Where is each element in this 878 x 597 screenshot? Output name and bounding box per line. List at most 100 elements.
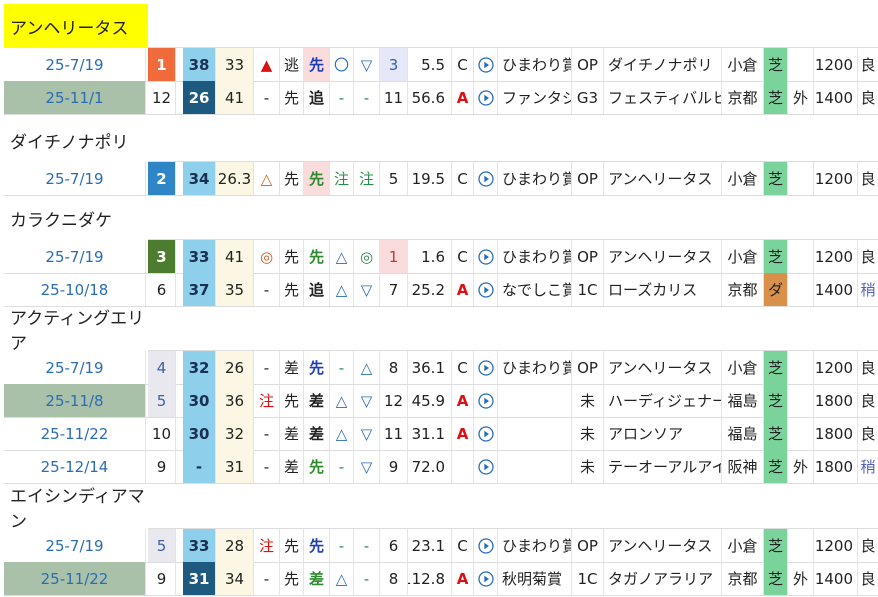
course-side: 外 (788, 562, 814, 595)
speed-index: 31 (183, 562, 216, 595)
race-grade: G3 (572, 81, 604, 114)
index-value: 41 (216, 81, 254, 114)
winner-name: アンヘリータス (604, 240, 722, 273)
corner-position: 差 (304, 562, 330, 595)
race-row[interactable]: 25-11/1122641-先追--1156.6AファンタジーG3フェスティバル… (4, 81, 878, 115)
finish-rank: 2 (148, 162, 176, 195)
speed-index: 32 (183, 351, 216, 384)
winner-name: ローズカリス (604, 273, 722, 306)
class-letter: C (452, 351, 474, 384)
winner-name: アンヘリータス (604, 162, 722, 195)
race-date-link[interactable]: 25-7/19 (4, 351, 146, 384)
speed-index: 34 (183, 162, 216, 195)
odds: 36.1 (408, 351, 452, 384)
corner-position: 先 (304, 162, 330, 195)
finish-rank: 4 (148, 351, 176, 384)
play-video-icon[interactable] (474, 240, 498, 273)
race-name: ひまわり賞 (498, 48, 572, 81)
winner-name: ダイチノナポリ (604, 48, 722, 81)
race-name (498, 450, 572, 483)
track-surface: 芝 (764, 450, 788, 483)
play-video-icon[interactable] (474, 48, 498, 81)
prediction-mark: - (254, 417, 280, 450)
play-video-icon[interactable] (474, 529, 498, 562)
corner-position: 差 (304, 417, 330, 450)
race-row[interactable]: 25-12/149-31-差先-▽972.0未テーオーアルアイン阪神芝外1800… (4, 450, 878, 484)
race-row[interactable]: 25-7/19 4 32 26- 差先 - △ 8 36.1 C ひまわり賞 OP アンヘリータス 小倉芝… (4, 351, 878, 385)
track-condition: 良 (860, 392, 876, 410)
finish-rank: 9 (148, 562, 176, 595)
track-condition: 良 (860, 570, 876, 588)
race-date-link[interactable]: 25-10/18 (4, 273, 146, 306)
play-video-icon[interactable] (474, 162, 498, 195)
race-date-link[interactable]: 25-7/19 (4, 162, 146, 195)
race-date-link[interactable]: 25-7/19 (4, 529, 146, 562)
mark-2: ▽ (354, 48, 380, 81)
horse-name-header[interactable]: エイシンディアマン (4, 485, 148, 532)
race-name: ファンタジー (498, 81, 572, 114)
horse-name-header[interactable]: アンヘリータス (4, 4, 148, 48)
mark-1: - (330, 81, 354, 114)
race-date-link[interactable]: 25-11/1 (4, 81, 146, 114)
track-surface: 芝 (764, 417, 788, 450)
race-date-link[interactable]: 25-7/19 (4, 48, 146, 81)
race-name: 秋明菊賞 (498, 562, 572, 595)
mark-1: △ (330, 384, 354, 417)
odds: 1.6 (408, 240, 452, 273)
track-surface: 芝 (764, 562, 788, 595)
prediction-mark: ◎ (254, 240, 280, 273)
track-condition: 良 (860, 89, 876, 107)
speed-index: 38 (183, 48, 216, 81)
race-date-link[interactable]: 25-11/22 (4, 562, 146, 595)
play-video-icon[interactable] (474, 351, 498, 384)
play-video-icon[interactable] (474, 273, 498, 306)
race-row[interactable]: 25-10/18 6 37 35- 先追 △ ▽ 7 25.2 A なでしこ賞 1C ローズカリス 京都ダ… (4, 273, 878, 307)
track-condition: 稍 (860, 458, 876, 476)
race-row[interactable]: 25-7/19 3 33 41 ◎ 先先 △ ◎ 1 1.6 C ひまわり賞 OP アンヘリータス 小倉芝 1… (4, 240, 878, 274)
running-style: 先 (280, 562, 304, 595)
race-date-link[interactable]: 25-11/8 (4, 384, 146, 417)
play-video-icon[interactable] (474, 450, 498, 483)
track-surface: ダ (764, 273, 788, 306)
class-letter: C (452, 162, 474, 195)
prediction-mark: ▲ (254, 48, 280, 81)
race-name: なでしこ賞 (498, 273, 572, 306)
horse-name-header[interactable]: アクティングエリア (4, 307, 148, 354)
odds: 5.5 (408, 48, 452, 81)
race-row[interactable]: 25-11/2293134-先差△-8112.8A秋明菊賞1Cタガノアラリア京都… (4, 562, 878, 596)
race-date-link[interactable]: 25-11/22 (4, 417, 146, 450)
race-date-link[interactable]: 25-7/19 (4, 240, 146, 273)
class-letter: A (452, 273, 474, 306)
running-style: 先 (280, 529, 304, 562)
course-side (788, 48, 814, 81)
track-condition: 良 (860, 359, 876, 377)
play-video-icon[interactable] (474, 562, 498, 595)
odds: 31.1 (408, 417, 452, 450)
play-video-icon[interactable] (474, 384, 498, 417)
winner-name: ハーディジェナー (604, 384, 722, 417)
corner-position: 追 (304, 273, 330, 306)
race-row[interactable]: 25-7/19 2 34 26.3 △ 先先注注 5 19.5 C ひまわり賞 OP アンヘリータス小… (4, 162, 878, 196)
index-value: 28 (216, 529, 254, 562)
race-row[interactable]: 25-7/19 5 33 28 注先先 - -6 23.1 C ひまわり賞 OP アンヘリータス 小倉芝… (4, 529, 878, 563)
index-value: 31 (216, 450, 254, 483)
race-row[interactable]: 25-11/22 10 30 32- 差差 △ ▽ 11 31.1 A 未アロンソア 福島芝 1800 良 (4, 417, 878, 451)
corner-position: 先 (304, 240, 330, 273)
track-condition: 稍 (860, 281, 876, 299)
prediction-mark: - (254, 450, 280, 483)
race-grade: 1C (572, 273, 604, 306)
corner-position: 追 (304, 81, 330, 114)
horse-name-header[interactable]: ダイチノナポリ (4, 118, 148, 162)
race-row[interactable]: 25-11/8 5 30 36 注先差 △ ▽ 12 45.9 A 未ハーディジェナー 福島芝 1800… (4, 384, 878, 418)
winner-name: アンヘリータス (604, 351, 722, 384)
distance: 1800 (814, 450, 858, 483)
race-row[interactable]: 25-7/19 1 38 33 ▲ 逃先〇 ▽ 3 5.5 C ひまわり賞 OP ダイチノナポリ 小倉芝 1… (4, 48, 878, 82)
class-letter: C (452, 48, 474, 81)
odds: 25.2 (408, 273, 452, 306)
speed-index: 26 (183, 81, 216, 114)
horse-name-header[interactable]: カラクニダケ (4, 196, 148, 240)
play-video-icon[interactable] (474, 81, 498, 114)
play-video-icon[interactable] (474, 417, 498, 450)
venue: 京都 (722, 562, 764, 595)
race-date-link[interactable]: 25-12/14 (4, 450, 146, 483)
